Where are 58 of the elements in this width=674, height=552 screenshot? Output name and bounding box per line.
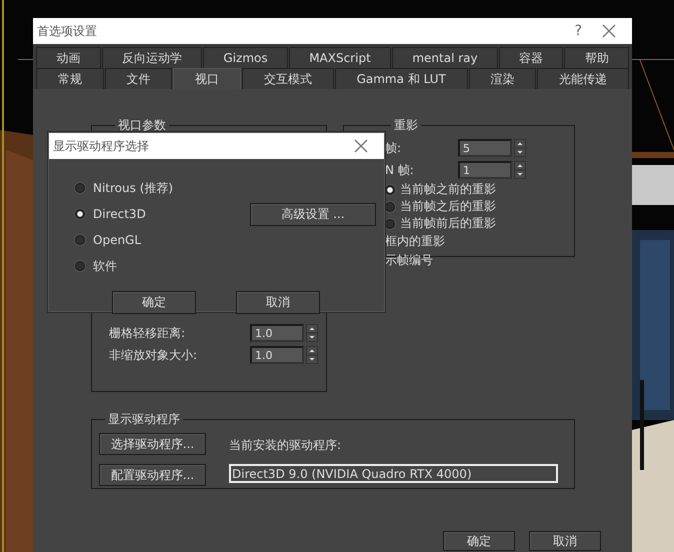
number-field[interactable]: 1.0	[250, 324, 304, 342]
option-label: 示帧编号	[385, 252, 433, 269]
configure-driver-button[interactable]: 配置驱动程序...	[99, 464, 206, 486]
tab[interactable]: 渲染	[468, 68, 536, 89]
tab[interactable]: 帮助	[564, 47, 630, 68]
tab[interactable]: 动画	[36, 47, 101, 68]
radio-label: OpenGL	[93, 233, 142, 247]
close-icon[interactable]	[602, 24, 616, 38]
tab[interactable]: 容器	[498, 47, 564, 68]
tab[interactable]: mental ray	[392, 47, 498, 68]
option-label: 框内的重影	[385, 233, 445, 250]
driver-field: Direct3D 9.0 (NVIDIA Quadro RTX 4000)	[229, 464, 558, 483]
field-label: 当前安装的驱动程序:	[229, 436, 342, 454]
ok-button[interactable]: 确定	[443, 531, 515, 551]
advanced-settings-button[interactable]: 高级设置 ...	[250, 202, 376, 226]
tab[interactable]: 反向运动学	[102, 47, 202, 68]
field-label: N 帧:	[385, 162, 415, 178]
spinner-arrows-icon[interactable]	[514, 161, 526, 179]
radio-button[interactable]	[75, 183, 85, 193]
tab[interactable]: Gamma 和 LUT	[334, 68, 468, 89]
field-label: 栅格轻移距离:	[109, 324, 186, 342]
radio-label: 当前帧之前的重影	[400, 181, 496, 198]
tab[interactable]: 光能传递	[537, 68, 630, 89]
spinner-arrows-icon[interactable]	[514, 139, 526, 157]
window-title: 首选项设置	[37, 22, 98, 40]
radio-button[interactable]	[75, 209, 85, 219]
radio-button[interactable]	[75, 235, 85, 245]
number-field[interactable]: 1	[458, 161, 512, 179]
tab[interactable]: MAXScript	[288, 47, 392, 68]
radio-label: Direct3D	[93, 207, 146, 221]
radio-label: 软件	[93, 258, 117, 274]
close-icon[interactable]	[354, 139, 368, 153]
radio-button[interactable]	[385, 218, 395, 228]
group-title: 显示驱动程序	[107, 411, 181, 428]
radio-label: Nitrous (推荐)	[93, 180, 174, 196]
radio-button[interactable]	[385, 184, 395, 194]
cancel-button[interactable]: 取消	[236, 291, 320, 314]
group-title: 视口参数	[117, 117, 167, 134]
group-title: 重影	[393, 117, 419, 134]
spinner-arrows-icon[interactable]	[306, 346, 318, 364]
radio-label: 当前帧之后的重影	[400, 198, 496, 215]
field-label: 非缩放对象大小:	[109, 346, 198, 364]
radio-label: 当前帧前后的重影	[400, 215, 496, 232]
tab[interactable]: 文件	[104, 68, 172, 89]
cancel-button[interactable]: 取消	[529, 531, 601, 551]
select-driver-button[interactable]: 选择驱动程序...	[99, 433, 206, 455]
help-button[interactable]: ?	[574, 23, 582, 39]
tab[interactable]: 视口	[173, 68, 242, 89]
tab[interactable]: 常规	[36, 68, 104, 89]
radio-button[interactable]	[385, 202, 395, 212]
spinner-arrows-icon[interactable]	[306, 324, 318, 342]
dialog-title: 显示驱动程序选择	[53, 138, 150, 154]
ok-button[interactable]: 确定	[112, 291, 196, 314]
tab[interactable]: Gizmos	[203, 47, 288, 68]
tab[interactable]: 交互模式	[242, 68, 334, 89]
radio-button[interactable]	[75, 261, 85, 271]
number-field[interactable]: 1.0	[250, 346, 304, 364]
number-field[interactable]: 5	[458, 139, 512, 157]
